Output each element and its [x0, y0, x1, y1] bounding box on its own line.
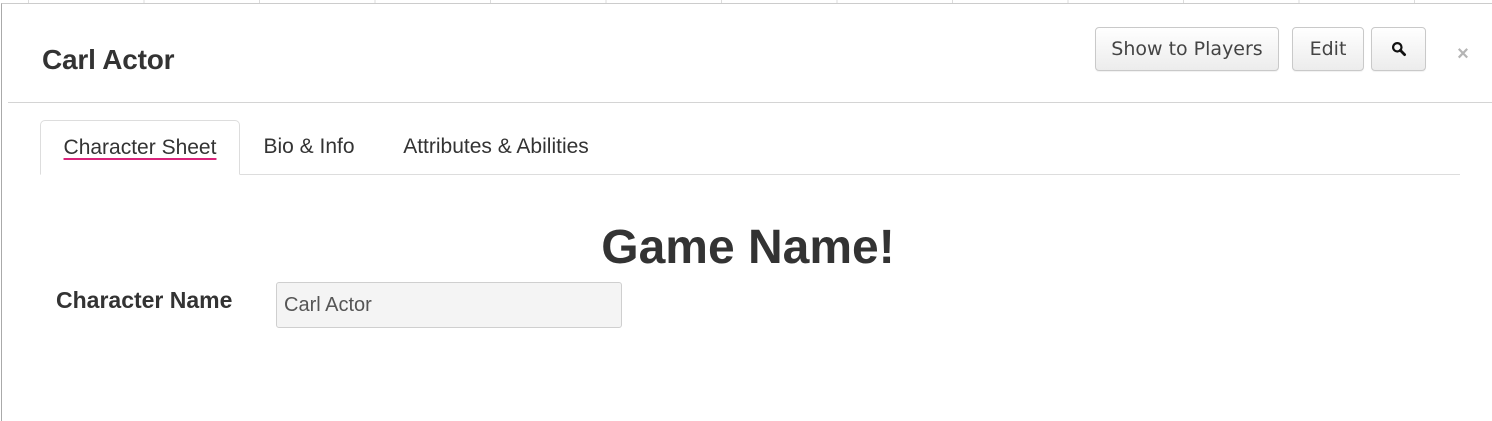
- close-icon[interactable]: ×: [1454, 44, 1472, 64]
- tab-label: Character Sheet: [63, 135, 217, 159]
- character-name-field[interactable]: [276, 282, 622, 328]
- dialog-title: Carl Actor: [42, 44, 175, 75]
- tab-bio-info[interactable]: Bio & Info: [254, 120, 364, 174]
- tab-character-sheet[interactable]: Character Sheet: [40, 120, 240, 175]
- tab-attributes-abilities[interactable]: Attributes & Abilities: [394, 120, 598, 174]
- search-icon: [1391, 42, 1406, 57]
- show-to-players-button[interactable]: Show to Players: [1095, 27, 1279, 71]
- search-button[interactable]: [1371, 27, 1426, 71]
- sheet-tabs: Character Sheet Bio & Info Attributes & …: [40, 120, 1460, 175]
- dialog-titlebar[interactable]: Carl Actor Show to Players Edit ×: [8, 4, 1492, 103]
- tab-label: Attributes & Abilities: [403, 135, 589, 158]
- sheet-heading: Game Name!: [601, 221, 895, 274]
- edit-button[interactable]: Edit: [1292, 27, 1364, 71]
- page: Carl Actor Show to Players Edit × Charac…: [0, 0, 1492, 421]
- character-sheet-dialog: Carl Actor Show to Players Edit × Charac…: [1, 3, 1492, 421]
- character-name-label: Character Name: [56, 287, 233, 313]
- tab-label: Bio & Info: [263, 135, 355, 158]
